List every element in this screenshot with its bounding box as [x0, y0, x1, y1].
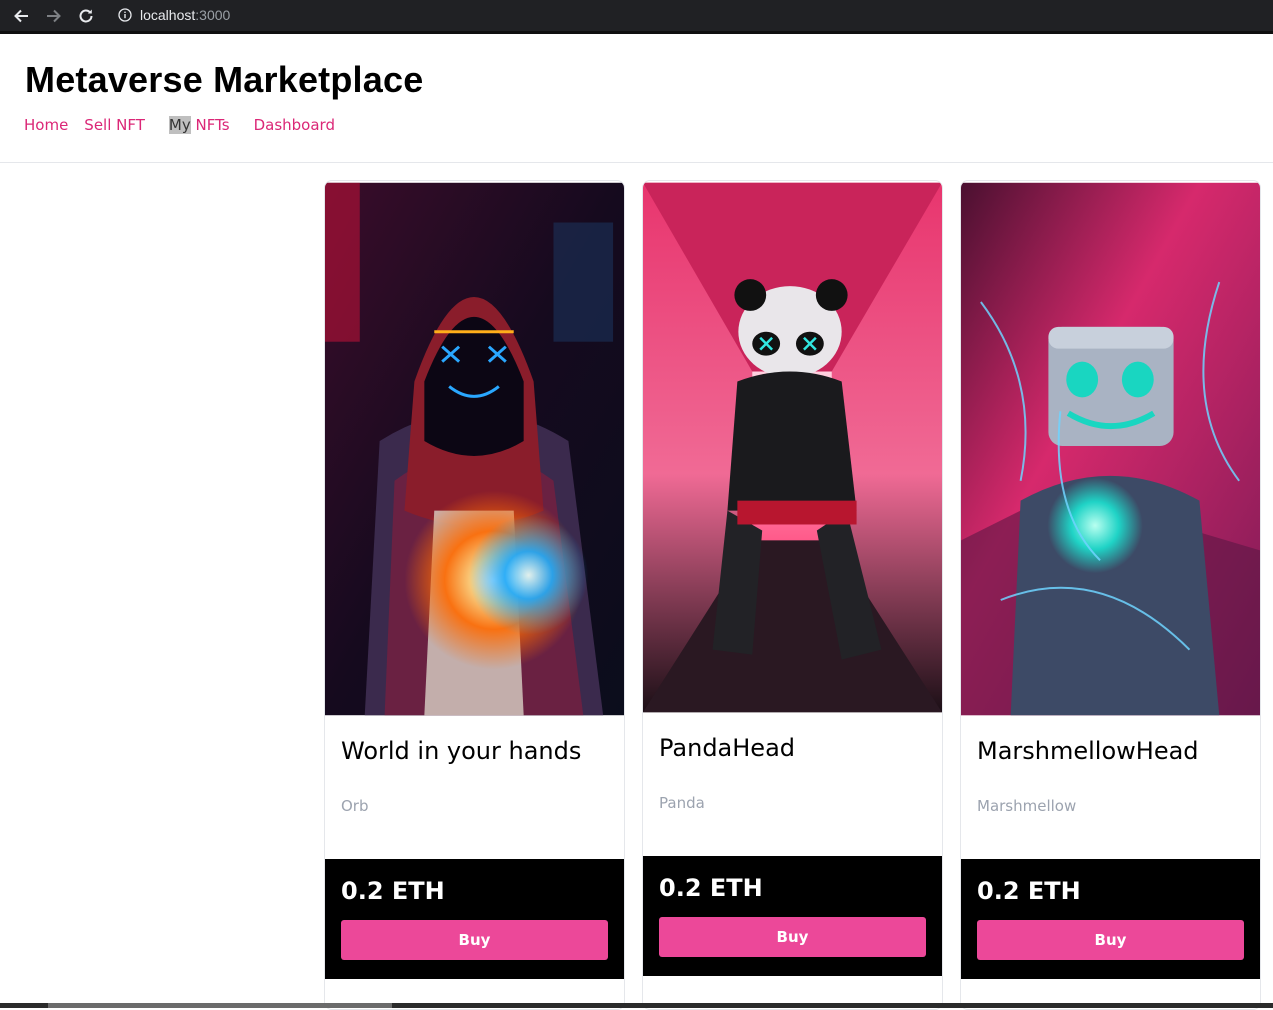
card-body: MarshmellowHead Marshmellow: [961, 717, 1260, 859]
browser-toolbar: localhost:3000: [0, 0, 1273, 34]
nft-description: Marshmellow: [977, 797, 1077, 815]
hooded-neon-figure-image: [325, 182, 624, 716]
nft-card: PandaHead Panda 0.2 ETH Buy: [642, 180, 943, 1010]
forward-arrow-icon[interactable]: [44, 6, 64, 26]
card-footer: 0.2 ETH Buy: [325, 859, 624, 979]
address-host: localhost: [140, 7, 196, 23]
buy-button[interactable]: Buy: [341, 920, 608, 960]
nft-description: Panda: [659, 794, 705, 812]
horizontal-scrollbar[interactable]: [0, 1003, 1273, 1008]
main-nav: Home Sell NFT My NFTs Dashboard: [24, 116, 335, 134]
scrollbar-thumb[interactable]: [48, 1003, 392, 1008]
nft-price: 0.2 ETH: [341, 877, 445, 905]
panda-head-figure-image: [643, 182, 942, 713]
card-body: PandaHead Panda: [643, 714, 942, 856]
address-port: :3000: [195, 7, 231, 23]
card-footer: 0.2 ETH Buy: [643, 856, 942, 976]
nft-name: World in your hands: [341, 737, 582, 765]
nav-link-my-nfts-rest: NFTs: [190, 116, 230, 134]
nav-link-home[interactable]: Home: [24, 116, 68, 134]
nft-name: MarshmellowHead: [977, 737, 1199, 765]
nft-description: Orb: [341, 797, 369, 815]
card-footer: 0.2 ETH Buy: [961, 859, 1260, 979]
reload-icon[interactable]: [76, 6, 96, 26]
nav-link-sell-nft[interactable]: Sell NFT: [84, 116, 145, 134]
marshmello-head-figure-image: [961, 182, 1260, 716]
nft-card: World in your hands Orb 0.2 ETH Buy: [324, 180, 625, 1010]
address-bar[interactable]: localhost:3000: [112, 4, 1273, 26]
nav-link-dashboard[interactable]: Dashboard: [254, 116, 335, 134]
selected-text-highlight: My: [168, 116, 191, 134]
buy-button[interactable]: Buy: [659, 917, 926, 957]
nft-price: 0.2 ETH: [977, 877, 1081, 905]
info-icon[interactable]: [118, 8, 132, 22]
nav-link-my-nfts[interactable]: My NFTs: [168, 116, 230, 134]
back-arrow-icon[interactable]: [11, 6, 31, 26]
page-title: Metaverse Marketplace: [25, 59, 424, 100]
site-header: Metaverse Marketplace Home Sell NFT My N…: [0, 34, 1273, 163]
nft-card: MarshmellowHead Marshmellow 0.2 ETH Buy: [960, 180, 1261, 1010]
card-body: World in your hands Orb: [325, 717, 624, 859]
buy-button[interactable]: Buy: [977, 920, 1244, 960]
nft-name: PandaHead: [659, 734, 796, 762]
nft-price: 0.2 ETH: [659, 874, 763, 902]
